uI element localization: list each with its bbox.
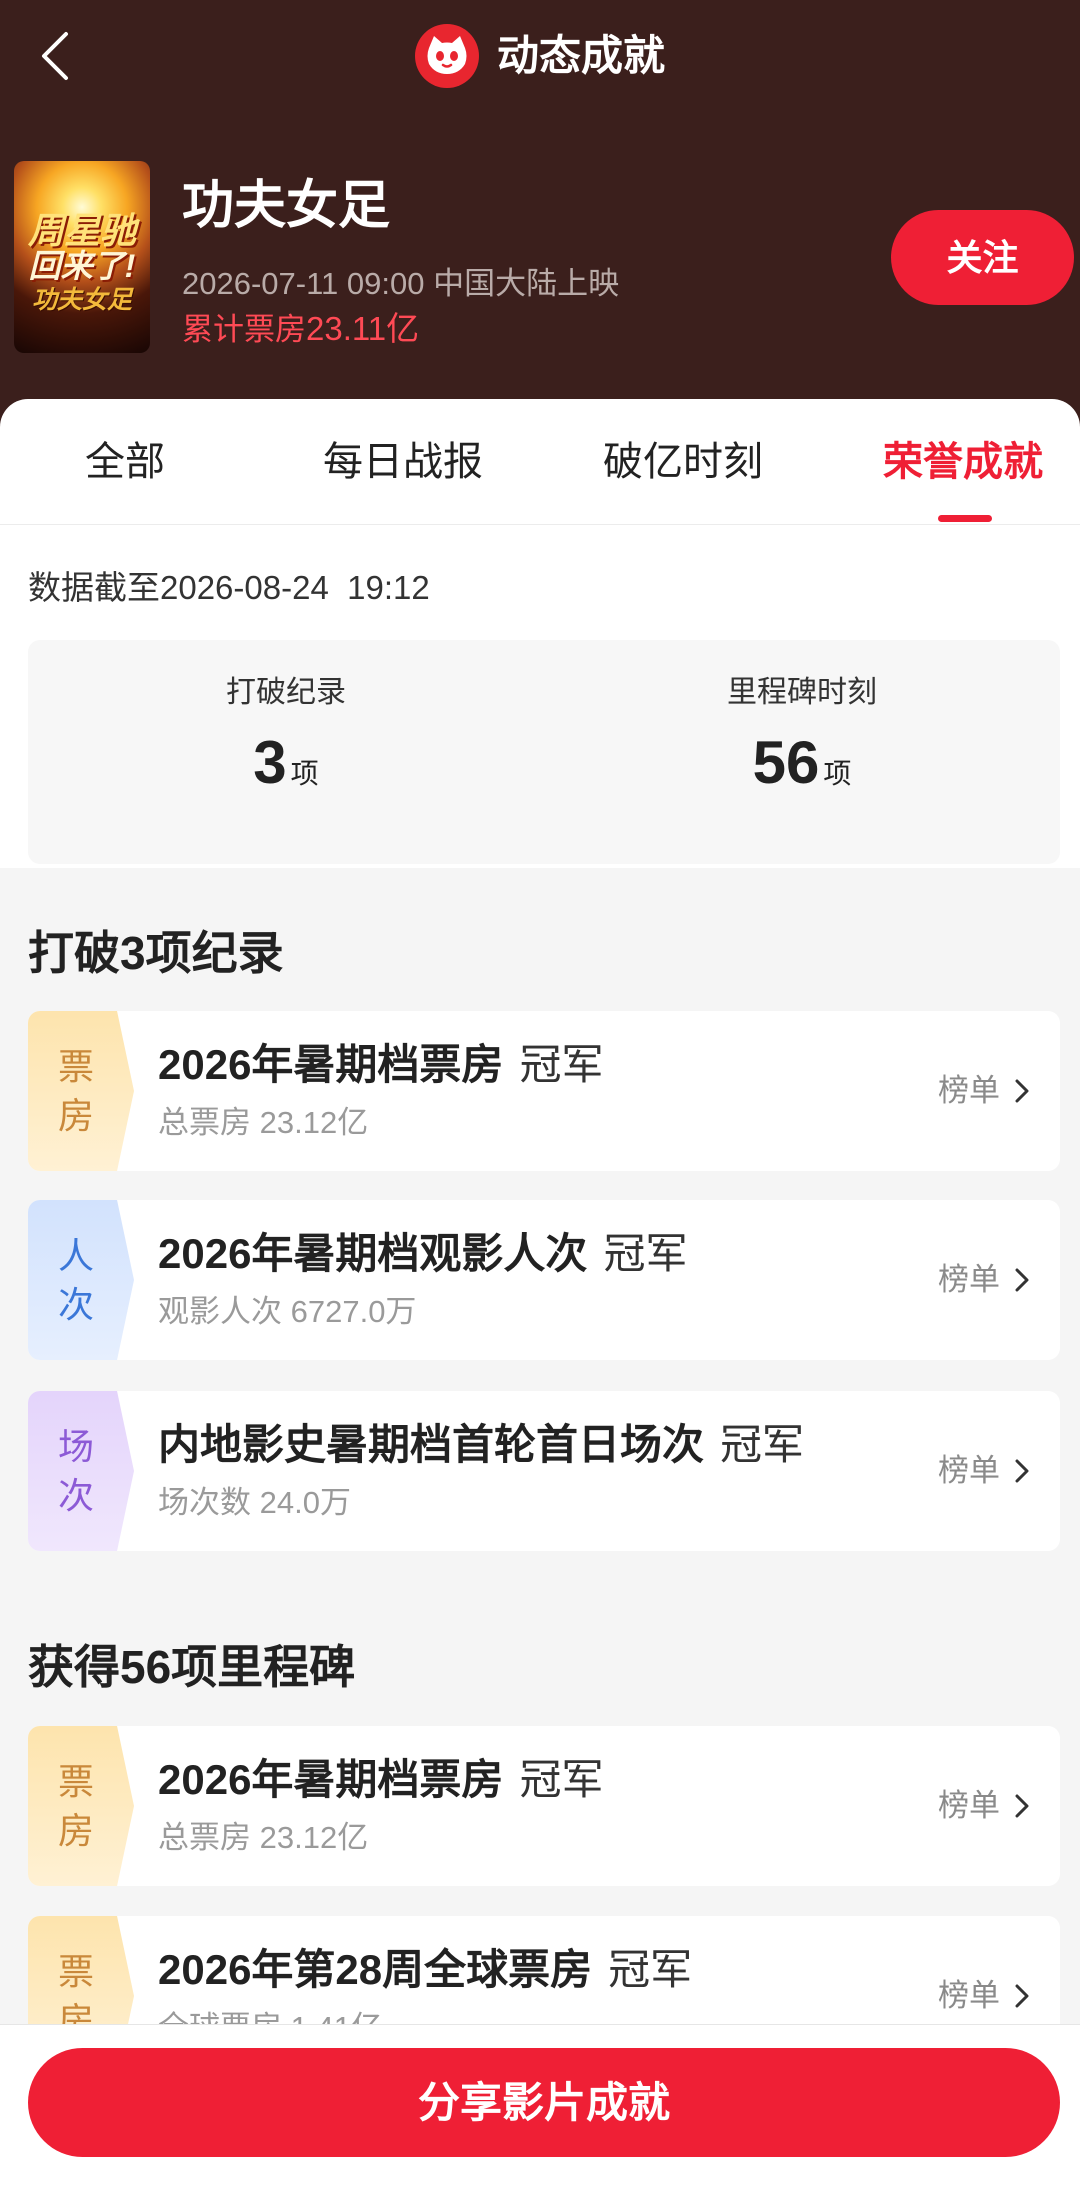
rank-label: 冠军 — [720, 1421, 805, 1468]
category-badge: 人 次 — [28, 1200, 134, 1360]
badge-char: 房 — [57, 1810, 94, 1851]
rank-label: 冠军 — [608, 1946, 693, 1993]
milestone-detail: 总票房 23.12亿 — [158, 1820, 369, 1855]
stat-value-row: 56 项 — [544, 728, 1060, 798]
record-card[interactable]: 人 次 2026年暑期档观影人次 冠军 观影人次 6727.0万 榜单 — [28, 1200, 1060, 1360]
cat-logo-icon — [414, 24, 479, 88]
record-detail: 总票房 23.12亿 — [158, 1105, 369, 1140]
stat-unit: 项 — [290, 758, 319, 789]
tab-all[interactable]: 全部 — [15, 437, 235, 487]
stat-value-row: 3 项 — [28, 728, 544, 798]
ranking-link-label: 榜单 — [938, 1453, 1000, 1488]
movie-poster: 周星驰 回来了! 功夫女足 — [14, 161, 150, 353]
record-name: 2026年暑期档票房 — [158, 1041, 504, 1088]
release-info: 2026-07-11 09:00 中国大陆上映 — [182, 266, 620, 301]
bottom-action-bar: 分享影片成就 — [0, 2024, 1080, 2197]
badge-text: 票 房 — [28, 1757, 124, 1855]
category-badge: 票 房 — [28, 1011, 134, 1171]
badge-text: 场 次 — [28, 1422, 124, 1520]
badge-char: 票 — [57, 1761, 94, 1802]
section-heading-records: 打破3项纪录 — [28, 927, 284, 979]
badge-char: 人 — [57, 1235, 94, 1276]
back-button[interactable] — [26, 24, 86, 88]
stat-milestones: 里程碑时刻 56 项 — [544, 640, 1060, 864]
box-office-total: 累计票房23.11亿 — [182, 309, 419, 350]
share-achievements-button[interactable]: 分享影片成就 — [28, 2048, 1060, 2157]
badge-char: 场 — [57, 1426, 94, 1467]
ranking-link[interactable]: 榜单 — [938, 1447, 1030, 1495]
tab-billion-moments[interactable]: 破亿时刻 — [573, 437, 793, 487]
record-name: 2026年暑期档观影人次 — [158, 1230, 588, 1277]
badge-char: 次 — [57, 1284, 94, 1325]
tab-divider — [0, 524, 1080, 525]
badge-char: 房 — [57, 1095, 94, 1136]
ranking-link-label: 榜单 — [938, 1073, 1000, 1108]
stats-summary: 打破纪录 3 项 里程碑时刻 56 项 — [28, 640, 1060, 864]
poster-text: 回来了! — [28, 248, 136, 284]
data-timestamp: 数据截至2026-08-24 19:12 — [28, 569, 430, 606]
ranking-link[interactable]: 榜单 — [938, 1972, 1030, 2020]
badge-char: 票 — [57, 1046, 94, 1087]
chevron-right-icon — [1015, 1268, 1029, 1292]
category-badge: 场 次 — [28, 1391, 134, 1551]
category-badge: 票 房 — [28, 1726, 134, 1886]
record-name: 内地影史暑期档首轮首日场次 — [158, 1421, 705, 1468]
record-detail: 场次数 24.0万 — [158, 1485, 351, 1520]
badge-char: 票 — [57, 1951, 94, 1992]
milestone-name: 2026年暑期档票房 — [158, 1756, 504, 1803]
chevron-right-icon — [1015, 1794, 1029, 1818]
poster-text: 周星驰 — [27, 210, 136, 251]
page-title: 动态成就 — [496, 32, 665, 79]
stat-value: 56 — [752, 729, 820, 796]
active-tab-indicator — [938, 515, 992, 522]
movie-title: 功夫女足 — [182, 177, 391, 235]
ranking-link-label: 榜单 — [938, 1262, 1000, 1297]
milestone-card[interactable]: 票 房 2026年暑期档票房 冠军 总票房 23.12亿 榜单 — [28, 1726, 1060, 1886]
rank-label: 冠军 — [603, 1230, 688, 1277]
card-title: 2026年暑期档票房 冠军 — [158, 1752, 603, 1808]
stat-value: 3 — [253, 729, 287, 796]
record-card[interactable]: 场 次 内地影史暑期档首轮首日场次 冠军 场次数 24.0万 榜单 — [28, 1391, 1060, 1551]
stat-label: 里程碑时刻 — [727, 676, 877, 709]
tab-daily-report[interactable]: 每日战报 — [293, 437, 513, 487]
poster-text: 功夫女足 — [31, 286, 132, 314]
card-title: 2026年第28周全球票房 冠军 — [158, 1942, 692, 1998]
record-detail: 观影人次 6727.0万 — [158, 1294, 417, 1329]
nav-title: 动态成就 — [240, 20, 840, 92]
ranking-link[interactable]: 榜单 — [938, 1067, 1030, 1115]
stat-records: 打破纪录 3 项 — [28, 640, 544, 864]
badge-char: 次 — [57, 1475, 94, 1516]
chevron-right-icon — [1015, 1984, 1029, 2008]
box-office-value: 23.11亿 — [306, 310, 420, 347]
ranking-link[interactable]: 榜单 — [938, 1256, 1030, 1304]
rank-label: 冠军 — [519, 1756, 604, 1803]
card-title: 2026年暑期档票房 冠军 — [158, 1037, 603, 1093]
badge-text: 人 次 — [28, 1231, 124, 1329]
rank-label: 冠军 — [519, 1041, 604, 1088]
ranking-link-label: 榜单 — [938, 1978, 1000, 2013]
badge-text: 票 房 — [28, 1042, 124, 1140]
milestone-name: 2026年第28周全球票房 — [158, 1946, 593, 1993]
section-heading-milestones: 获得56项里程碑 — [28, 1641, 356, 1693]
chevron-right-icon — [1015, 1079, 1029, 1103]
card-title: 2026年暑期档观影人次 冠军 — [158, 1226, 687, 1282]
follow-button[interactable]: 关注 — [891, 210, 1074, 305]
record-card[interactable]: 票 房 2026年暑期档票房 冠军 总票房 23.12亿 榜单 — [28, 1011, 1060, 1171]
tab-honors[interactable]: 荣誉成就 — [853, 437, 1073, 487]
card-title: 内地影史暑期档首轮首日场次 冠军 — [158, 1417, 804, 1473]
ranking-link-label: 榜单 — [938, 1788, 1000, 1823]
stat-unit: 项 — [823, 758, 852, 789]
box-office-label: 累计票房 — [182, 312, 306, 347]
stat-label: 打破纪录 — [226, 676, 346, 709]
chevron-right-icon — [1015, 1459, 1029, 1483]
chevron-left-icon — [42, 32, 68, 80]
ranking-link[interactable]: 榜单 — [938, 1782, 1030, 1830]
